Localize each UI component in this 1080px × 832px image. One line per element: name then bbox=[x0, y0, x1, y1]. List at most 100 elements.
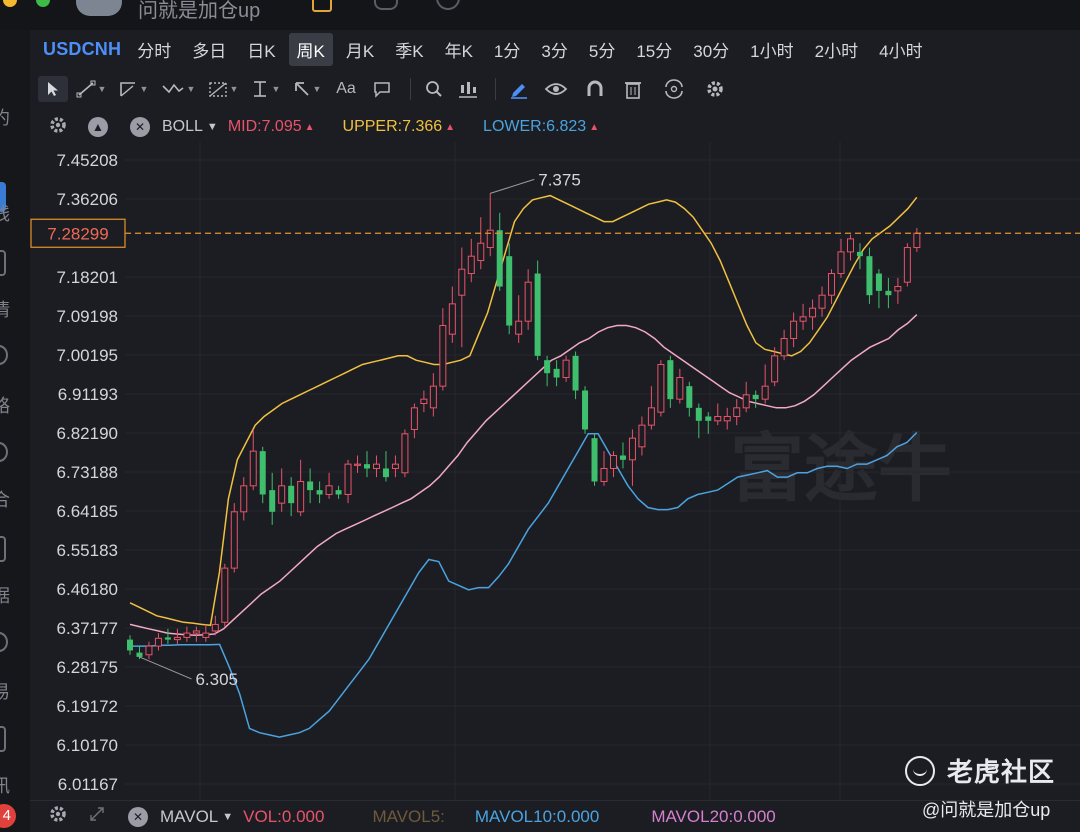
tab-period-15m[interactable]: 15分 bbox=[628, 33, 680, 66]
mavol20-value: MAVOL20:0.000 bbox=[651, 806, 776, 826]
sync-icon[interactable] bbox=[654, 76, 694, 102]
sidebar-item-7[interactable]: 易 bbox=[0, 678, 10, 704]
tab-period-30m[interactable]: 30分 bbox=[685, 33, 737, 66]
candle-body bbox=[391, 463, 399, 469]
tab-period-monthly[interactable]: 月K bbox=[338, 33, 382, 66]
volume-indicator-name[interactable]: MAVOL bbox=[160, 807, 218, 827]
sidebar-icon-6[interactable] bbox=[0, 726, 6, 752]
tab-period-yearly[interactable]: 年K bbox=[437, 33, 481, 66]
maximize-button[interactable] bbox=[36, 0, 50, 7]
close-indicator-icon[interactable]: ✕ bbox=[130, 117, 150, 137]
period-bar: USDCNH 分时 多日 日K 周K 月K 季K 年K 1分 3分 5分 15分… bbox=[30, 30, 1080, 68]
candle-body bbox=[192, 630, 200, 634]
candle-body bbox=[477, 242, 485, 262]
pen-icon[interactable] bbox=[504, 76, 534, 102]
volume-dropdown-icon[interactable]: ▼ bbox=[222, 811, 233, 823]
sidebar-icon-5[interactable] bbox=[0, 632, 8, 652]
candle-body bbox=[647, 407, 655, 426]
candle-body bbox=[761, 385, 769, 400]
candle-body bbox=[875, 273, 882, 291]
tab-period-weekly[interactable]: 周K bbox=[288, 32, 333, 66]
sidebar-icon-3[interactable] bbox=[0, 442, 8, 462]
sidebar-item-5[interactable]: 合 bbox=[0, 486, 10, 512]
sidebar-icon-4[interactable] bbox=[0, 536, 6, 562]
tab-period-multiday[interactable]: 多日 bbox=[184, 33, 234, 66]
candle-body bbox=[249, 450, 257, 487]
tiger-logo-icon bbox=[905, 755, 935, 786]
tab-period-intraday[interactable]: 分时 bbox=[129, 33, 179, 66]
cursor-icon[interactable] bbox=[38, 76, 68, 102]
tab-period-quarterly[interactable]: 季K bbox=[387, 33, 431, 66]
sidebar-item-2[interactable]: 线 bbox=[0, 200, 10, 226]
sidebar-icon-2[interactable] bbox=[0, 345, 8, 365]
measure-icon[interactable]: ▼ bbox=[246, 76, 284, 102]
sidebar-icon-1[interactable] bbox=[0, 250, 6, 276]
tab-period-2h[interactable]: 2小时 bbox=[807, 33, 866, 66]
text-icon[interactable]: Aa bbox=[330, 76, 362, 102]
y-tick-label: 6.55183 bbox=[57, 541, 118, 560]
symbol-label[interactable]: USDCNH bbox=[43, 39, 121, 60]
minimize-button[interactable] bbox=[3, 0, 17, 7]
arrow-icon[interactable]: ▼ bbox=[288, 76, 326, 102]
trash-icon[interactable] bbox=[616, 76, 650, 102]
y-tick-label: 6.10170 bbox=[57, 736, 118, 755]
volume-settings-icon[interactable] bbox=[48, 804, 70, 829]
tab-period-daily[interactable]: 日K bbox=[239, 33, 283, 66]
brand-text: 老虎社区 bbox=[947, 757, 1056, 787]
bell-icon[interactable] bbox=[374, 0, 398, 10]
avatar[interactable] bbox=[76, 0, 122, 16]
candle-body bbox=[410, 407, 418, 430]
watermark-user: @问就是加仓up bbox=[922, 800, 1051, 820]
sidebar-item-8[interactable]: 讯 bbox=[0, 772, 10, 798]
candle-body bbox=[790, 320, 798, 340]
settings-gear-icon[interactable] bbox=[48, 115, 70, 140]
lock-icon[interactable] bbox=[312, 0, 332, 12]
chart-tool-icon[interactable] bbox=[453, 76, 483, 102]
candle-body bbox=[809, 307, 817, 318]
notification-badge: 4 bbox=[0, 804, 16, 828]
candle-body bbox=[780, 338, 788, 357]
tab-period-1m[interactable]: 1分 bbox=[486, 33, 528, 66]
collapse-icon[interactable]: ▲ bbox=[88, 117, 108, 137]
sidebar-item-4[interactable]: 略 bbox=[0, 392, 10, 418]
candle-body bbox=[828, 273, 836, 296]
boll-mid-value: MID:7.095 bbox=[227, 118, 302, 135]
candle-body bbox=[553, 368, 560, 378]
headset-icon[interactable] bbox=[436, 0, 460, 10]
candle-body bbox=[496, 230, 503, 287]
lower-up-icon: ▲ bbox=[589, 121, 600, 133]
expand-icon[interactable] bbox=[88, 805, 108, 828]
sidebar-item-1[interactable]: 约 bbox=[0, 104, 10, 130]
candle-body bbox=[771, 355, 779, 383]
wave-icon[interactable]: ▼ bbox=[156, 76, 200, 102]
trend-line-icon[interactable]: ▼ bbox=[72, 76, 110, 102]
price-chart[interactable]: 富途牛 7.375 6.305 7.28299 7.45208 7.36206 7.18… bbox=[30, 142, 1080, 800]
tab-period-4h[interactable]: 4小时 bbox=[871, 33, 930, 66]
candle-body bbox=[657, 364, 665, 413]
magnet-icon[interactable] bbox=[578, 76, 612, 102]
indicator-name[interactable]: BOLL bbox=[162, 118, 203, 136]
candle-body bbox=[695, 407, 702, 421]
eye-icon[interactable] bbox=[538, 76, 574, 102]
sidebar-item-3[interactable]: 情 bbox=[0, 296, 10, 322]
comment-icon[interactable] bbox=[366, 76, 398, 102]
tab-period-5m[interactable]: 5分 bbox=[581, 33, 623, 66]
fib-icon[interactable]: ▼ bbox=[204, 76, 242, 102]
chart-svg[interactable]: 富途牛 7.375 6.305 7.28299 7.45208 7.36206 7.18… bbox=[30, 142, 1080, 800]
tab-period-3m[interactable]: 3分 bbox=[533, 33, 575, 66]
candle-body bbox=[372, 463, 380, 469]
channel-icon[interactable]: ▼ bbox=[114, 76, 152, 102]
candle-body bbox=[364, 464, 370, 469]
candle-body bbox=[439, 325, 447, 387]
sidebar-item-6[interactable]: 据 bbox=[0, 582, 10, 608]
close-volume-icon[interactable]: ✕ bbox=[128, 806, 148, 827]
tab-period-1h[interactable]: 1小时 bbox=[742, 33, 801, 66]
candle-body bbox=[183, 632, 191, 638]
search-icon[interactable] bbox=[419, 76, 449, 102]
candle-body bbox=[619, 455, 626, 460]
y-tick-label: 7.00195 bbox=[57, 346, 118, 365]
boll-upper-value: UPPER:7.366 bbox=[342, 118, 443, 135]
gear-icon[interactable] bbox=[698, 76, 732, 102]
candle-body bbox=[638, 424, 646, 448]
indicator-dropdown-icon[interactable]: ▼ bbox=[207, 121, 218, 133]
